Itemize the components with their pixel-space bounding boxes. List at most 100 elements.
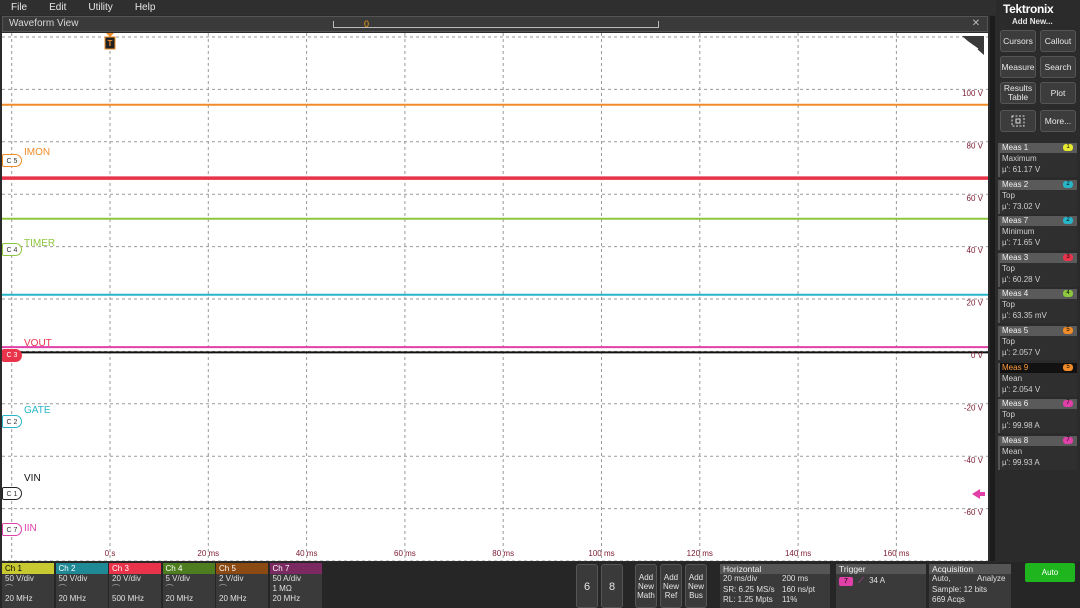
acquisition-count: 669 Acqs	[932, 595, 965, 604]
waveform-view-title: Waveform View	[9, 18, 79, 29]
more-button[interactable]: More...	[1040, 110, 1076, 132]
trigger-level-marker-tail	[979, 492, 985, 496]
channel-name: Ch 1	[2, 563, 54, 574]
measurement-badge[interactable]: Meas 1 1 Maximum µ': 61.17 V	[998, 143, 1077, 177]
measurement-source-chip: 3	[1063, 253, 1073, 261]
channel-name: Ch 2	[55, 563, 108, 574]
callout-button[interactable]: Callout	[1040, 30, 1076, 52]
measurement-value: µ': 61.17 V	[1002, 165, 1041, 174]
menu-utility[interactable]: Utility	[77, 0, 123, 15]
coupling-icon: ⌒	[165, 584, 174, 593]
measurement-source-chip: 7	[1063, 436, 1073, 444]
measurement-title: Meas 95	[1000, 362, 1077, 373]
measurement-value: µ': 2.054 V	[1002, 384, 1041, 394]
add-new-math-button[interactable]: Add New Math	[635, 564, 657, 608]
channel-label-c5: IMON	[24, 147, 51, 158]
channel-settings-badge[interactable]: Ch 7 50 A/div 1 MΩ 20 MHz	[269, 563, 322, 608]
zoom-icon[interactable]	[1000, 110, 1036, 132]
channel-8-button[interactable]: 8	[601, 564, 623, 608]
channel-scale: 50 V/div	[5, 574, 34, 583]
measurement-source-chip: 1	[1063, 144, 1073, 151]
measurement-type: Mean	[1002, 373, 1023, 383]
measurement-type: Maximum	[1002, 154, 1037, 163]
trigger-badge[interactable]: Trigger 7 ⟋ 34 A	[836, 564, 926, 608]
menu-file[interactable]: File	[0, 0, 38, 15]
close-icon[interactable]: ✕	[970, 17, 982, 31]
plot-button[interactable]: Plot	[1040, 82, 1076, 104]
measurement-title: Meas 11	[1000, 143, 1077, 153]
x-tick-label: 20 ms	[197, 549, 219, 558]
y-tick-label: -20 V	[964, 403, 984, 412]
waveform-view-titlebar: Waveform View 0 ✕	[2, 16, 988, 32]
measurement-badge[interactable]: Meas 6 7 Top µ': 99.98 A	[998, 399, 1077, 434]
auto-button[interactable]: Auto	[1025, 563, 1075, 582]
record-view-bar[interactable]	[333, 21, 659, 28]
x-tick-label: 120 ms	[687, 549, 713, 558]
add-new-ref-button[interactable]: Add New Ref	[660, 564, 682, 608]
measurement-badge[interactable]: Meas 3 3 Top µ': 60.28 V	[998, 252, 1077, 287]
trigger-level: 34 A	[869, 576, 886, 585]
results-table-button[interactable]: Results Table	[1000, 82, 1036, 104]
search-button[interactable]: Search	[1040, 56, 1076, 78]
horizontal-duration: 200 ms	[782, 574, 809, 583]
x-tick-label: 0 s	[105, 549, 116, 558]
channel-badge-c7[interactable]: C 7	[2, 523, 22, 536]
channel-settings-badge[interactable]: Ch 3 20 V/div ⌒ 500 MHz	[109, 563, 161, 608]
measure-button[interactable]: Measure	[1000, 56, 1036, 78]
channel-label-c1: VIN	[24, 473, 41, 484]
channel-label-c7: IIN	[24, 523, 37, 534]
channel-settings-badge[interactable]: Ch 45 V/div ⌒ 20 MHz	[162, 563, 215, 608]
measurement-title: Meas 72	[1000, 216, 1077, 227]
measurement-title: Meas 33	[1000, 252, 1077, 263]
measurement-badge[interactable]: Meas 7 2 Minimum µ': 71.65 V	[998, 216, 1077, 251]
channel-badge-c1[interactable]: C 1	[2, 487, 22, 500]
measurement-value: µ': 2.057 V	[1002, 348, 1041, 357]
channel-badge-c3[interactable]: C 3	[2, 349, 22, 362]
channel-settings-badge[interactable]: Ch 2 50 V/div ⌒ 20 MHz	[55, 563, 108, 608]
waveform-plot[interactable]: 100 V 80 V 60 V 40 V 20 V 0 V -20 V -40 V -60 V 0…	[2, 33, 988, 561]
trigger-position-marker[interactable]: T	[104, 33, 116, 50]
channel-badge-c2[interactable]: C 2	[2, 415, 22, 428]
acquisition-badge[interactable]: Acquisition Auto, Analyze Sample: 12 bits…	[929, 564, 1011, 608]
coupling-icon: ⌒	[5, 584, 13, 593]
channel-settings-badge[interactable]: Ch 52 V/div ⌒ 20 MHz	[216, 563, 268, 608]
measurement-badge[interactable]: Meas 2 2 Top µ': 73.02 V	[998, 179, 1077, 214]
x-tick-label: 160 ms	[883, 549, 909, 558]
horizontal-badge[interactable]: Horizontal 20 ms/div 200 ms SR: 6.25 MS/s…	[720, 564, 830, 608]
measurement-source-chip: 2	[1063, 180, 1073, 188]
channel-bandwidth: 20 MHz	[272, 594, 301, 603]
y-tick-label: -40 V	[964, 456, 984, 465]
sample-rate: SR: 6.25 MS/s	[723, 584, 775, 594]
measurement-badge[interactable]: Meas 9 5 Mean µ': 2.054 V	[998, 362, 1077, 397]
channel-badge-c4[interactable]: C 4	[2, 243, 22, 256]
record-position-marker[interactable]: 0	[364, 19, 372, 29]
trigger-marker-label: T	[108, 39, 113, 48]
measurement-badge[interactable]: Meas 5 5 Top µ': 2.057 V	[998, 326, 1077, 360]
channel-name: Ch 4	[162, 563, 215, 574]
add-new-bus-button[interactable]: Add New Bus	[685, 564, 707, 608]
menu-help[interactable]: Help	[124, 0, 167, 15]
channel-badge-c5[interactable]: C 5	[2, 154, 22, 167]
channel-impedance: 1 MΩ	[272, 584, 292, 593]
trigger-level-marker[interactable]	[972, 489, 980, 499]
measurement-value: µ': 63.35 mV	[1002, 311, 1047, 321]
channel-bandwidth: 20 MHz	[219, 594, 247, 603]
cursors-button[interactable]: Cursors	[1000, 30, 1036, 52]
brand-logo: Tektronix	[1003, 2, 1054, 16]
zoom-handle-icon[interactable]	[962, 36, 984, 55]
trigger-title: Trigger	[836, 564, 926, 574]
channel-scale: 5 V/div	[165, 574, 190, 583]
channel-settings-badge[interactable]: Ch 1 50 V/div ⌒ 20 MHz	[2, 563, 54, 608]
menu-edit[interactable]: Edit	[38, 0, 77, 15]
channel-name: Ch 7	[269, 563, 322, 574]
measurement-badge[interactable]: Meas 8 7 Mean µ': 99.93 A	[998, 435, 1077, 470]
measurement-badge[interactable]: Meas 4 4 Top µ': 63.35 mV	[998, 289, 1077, 324]
channel-6-button[interactable]: 6	[576, 564, 598, 608]
time-per-point: 160 ns/pt	[782, 584, 815, 594]
x-tick-label: 40 ms	[296, 549, 318, 558]
measurement-type: Minimum	[1002, 227, 1035, 237]
y-tick-label: -60 V	[964, 508, 984, 517]
panel-divider[interactable]	[990, 16, 995, 561]
measurement-type: Top	[1002, 263, 1015, 273]
measurement-type: Top	[1002, 410, 1015, 420]
